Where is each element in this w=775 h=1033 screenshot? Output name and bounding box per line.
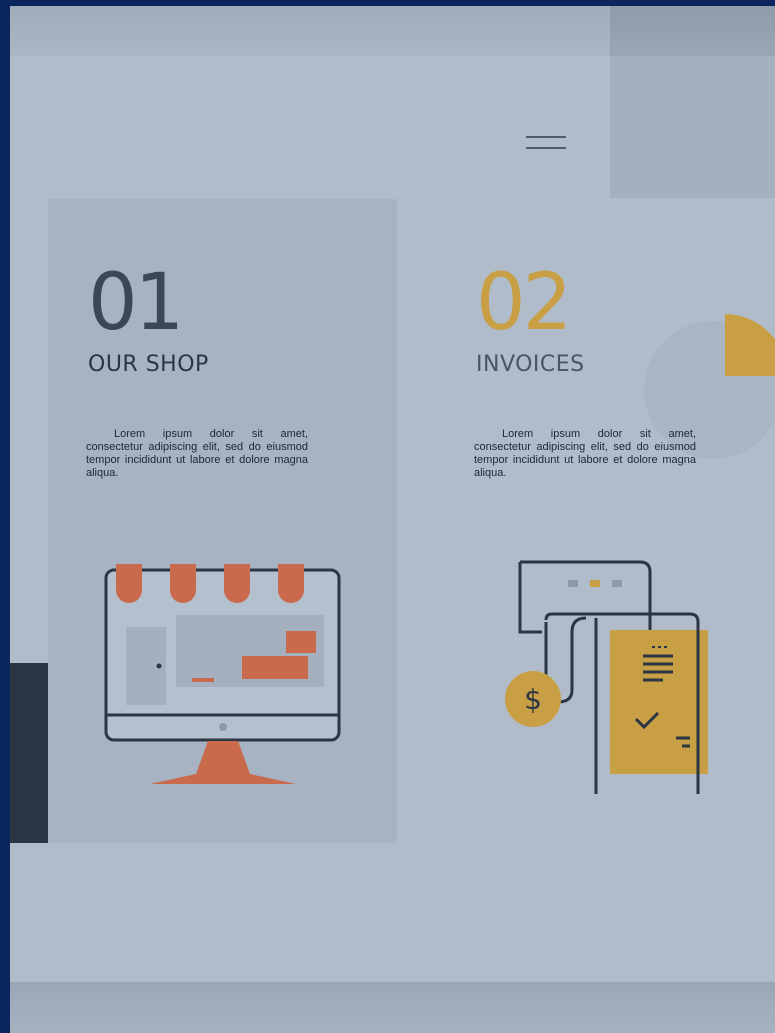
feature-description: Lorem ipsum dolor sit amet, consectetur … [474, 428, 696, 479]
feature-number: 02 [476, 258, 572, 348]
feature-description: Lorem ipsum dolor sit amet, consectetur … [86, 428, 308, 479]
feature-number: 01 [88, 258, 184, 348]
hamburger-icon[interactable] [526, 134, 566, 154]
footer-bar [10, 982, 775, 1033]
feature-title: OUR SHOP [88, 352, 209, 377]
feature-title: INVOICES [476, 352, 585, 377]
page-canvas: 01 OUR SHOP Lorem ipsum dolor sit amet, … [10, 6, 775, 1033]
dollar-coin-icon: $ [505, 671, 561, 727]
top-right-panel [610, 6, 775, 198]
svg-text:$: $ [524, 683, 542, 716]
side-accent-block [10, 663, 48, 843]
storefront-monitor-icon [104, 564, 341, 784]
